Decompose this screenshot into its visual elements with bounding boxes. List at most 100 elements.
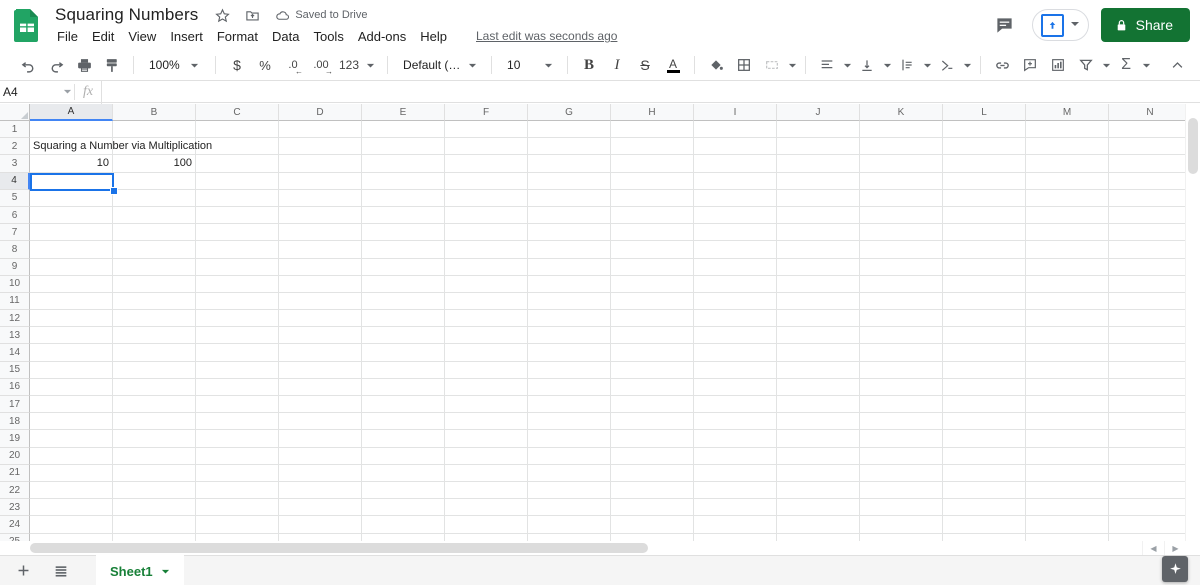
cell-C1[interactable] [196, 121, 279, 139]
cell-M24[interactable] [1026, 516, 1109, 534]
cell-E8[interactable] [362, 241, 445, 259]
cell-E1[interactable] [362, 121, 445, 139]
cell-G24[interactable] [528, 516, 611, 534]
cell-H10[interactable] [611, 275, 694, 293]
row-header-4[interactable]: 4 [0, 172, 30, 190]
cell-I12[interactable] [694, 310, 777, 328]
cell-H9[interactable] [611, 258, 694, 276]
column-header-l[interactable]: L [943, 104, 1026, 121]
cell-A17[interactable] [30, 396, 113, 414]
cell-G4[interactable] [528, 172, 611, 190]
cell-M10[interactable] [1026, 275, 1109, 293]
cell-J8[interactable] [777, 241, 860, 259]
cell-E19[interactable] [362, 430, 445, 448]
cell-K21[interactable] [860, 464, 943, 482]
cell-L15[interactable] [943, 361, 1026, 379]
cell-B4[interactable] [113, 172, 196, 190]
cell-C22[interactable] [196, 481, 279, 500]
cell-C20[interactable] [196, 447, 279, 465]
cell-E2[interactable] [362, 138, 445, 156]
cell-K25[interactable] [860, 533, 943, 541]
cell-M11[interactable] [1026, 292, 1109, 311]
cell-N17[interactable] [1109, 396, 1192, 414]
cell-I15[interactable] [694, 361, 777, 379]
filter-icon[interactable] [1073, 52, 1099, 78]
cell-A19[interactable] [30, 430, 113, 448]
column-header-d[interactable]: D [279, 104, 362, 121]
cell-F14[interactable] [445, 344, 528, 362]
cell-A22[interactable] [30, 481, 113, 500]
cell-K4[interactable] [860, 172, 943, 190]
cell-E24[interactable] [362, 516, 445, 534]
cell-I21[interactable] [694, 464, 777, 482]
cell-D18[interactable] [279, 413, 362, 431]
cell-I22[interactable] [694, 481, 777, 500]
cell-D17[interactable] [279, 396, 362, 414]
chevron-down-icon[interactable] [60, 87, 74, 96]
cell-E23[interactable] [362, 499, 445, 517]
vertical-align-icon[interactable] [854, 52, 880, 78]
cell-G18[interactable] [528, 413, 611, 431]
cell-D6[interactable] [279, 206, 362, 225]
add-sheet-icon[interactable] [8, 556, 38, 585]
cell-I19[interactable] [694, 430, 777, 448]
cell-A12[interactable] [30, 310, 113, 328]
cell-K6[interactable] [860, 206, 943, 225]
cell-H22[interactable] [611, 481, 694, 500]
cell-C3[interactable] [196, 155, 279, 173]
cell-I9[interactable] [694, 258, 777, 276]
cell-H1[interactable] [611, 121, 694, 139]
cell-N15[interactable] [1109, 361, 1192, 379]
cell-L25[interactable] [943, 533, 1026, 541]
cell-K24[interactable] [860, 516, 943, 534]
cell-F1[interactable] [445, 121, 528, 139]
cell-F23[interactable] [445, 499, 528, 517]
cell-B19[interactable] [113, 430, 196, 448]
fill-handle[interactable] [110, 186, 118, 195]
cell-F15[interactable] [445, 361, 528, 379]
cell-L17[interactable] [943, 396, 1026, 414]
cell-G11[interactable] [528, 292, 611, 311]
functions-button[interactable]: Σ [1113, 52, 1139, 78]
row-header-14[interactable]: 14 [0, 344, 30, 362]
cell-J22[interactable] [777, 481, 860, 500]
cell-A20[interactable] [30, 447, 113, 465]
cell-L4[interactable] [943, 172, 1026, 190]
row-header-21[interactable]: 21 [0, 464, 30, 482]
cell-H4[interactable] [611, 172, 694, 190]
cell-N1[interactable] [1109, 121, 1192, 139]
cell-H13[interactable] [611, 327, 694, 345]
cell-D20[interactable] [279, 447, 362, 465]
cell-G17[interactable] [528, 396, 611, 414]
cell-E17[interactable] [362, 396, 445, 414]
insert-comment-icon[interactable] [1017, 52, 1043, 78]
cell-A3[interactable]: 10 [30, 155, 113, 173]
cell-H17[interactable] [611, 396, 694, 414]
cell-H23[interactable] [611, 499, 694, 517]
cell-L14[interactable] [943, 344, 1026, 362]
cell-K9[interactable] [860, 258, 943, 276]
cell-J17[interactable] [777, 396, 860, 414]
cell-B8[interactable] [113, 241, 196, 259]
horizontal-align-caret[interactable] [841, 52, 853, 78]
cell-H19[interactable] [611, 430, 694, 448]
column-header-m[interactable]: M [1026, 104, 1109, 121]
cell-C7[interactable] [196, 224, 279, 242]
cell-D9[interactable] [279, 258, 362, 276]
cell-K11[interactable] [860, 292, 943, 311]
strikethrough-button[interactable]: S [632, 52, 658, 78]
cell-F20[interactable] [445, 447, 528, 465]
cell-G1[interactable] [528, 121, 611, 139]
cell-G10[interactable] [528, 275, 611, 293]
fill-color-icon[interactable] [703, 52, 729, 78]
column-header-n[interactable]: N [1109, 104, 1192, 121]
row-header-6[interactable]: 6 [0, 206, 30, 225]
row-header-1[interactable]: 1 [0, 121, 30, 139]
cell-G5[interactable] [528, 189, 611, 207]
cell-J15[interactable] [777, 361, 860, 379]
row-header-10[interactable]: 10 [0, 275, 30, 293]
cell-H8[interactable] [611, 241, 694, 259]
cell-I20[interactable] [694, 447, 777, 465]
cell-M6[interactable] [1026, 206, 1109, 225]
name-box[interactable]: A4 [0, 81, 74, 103]
